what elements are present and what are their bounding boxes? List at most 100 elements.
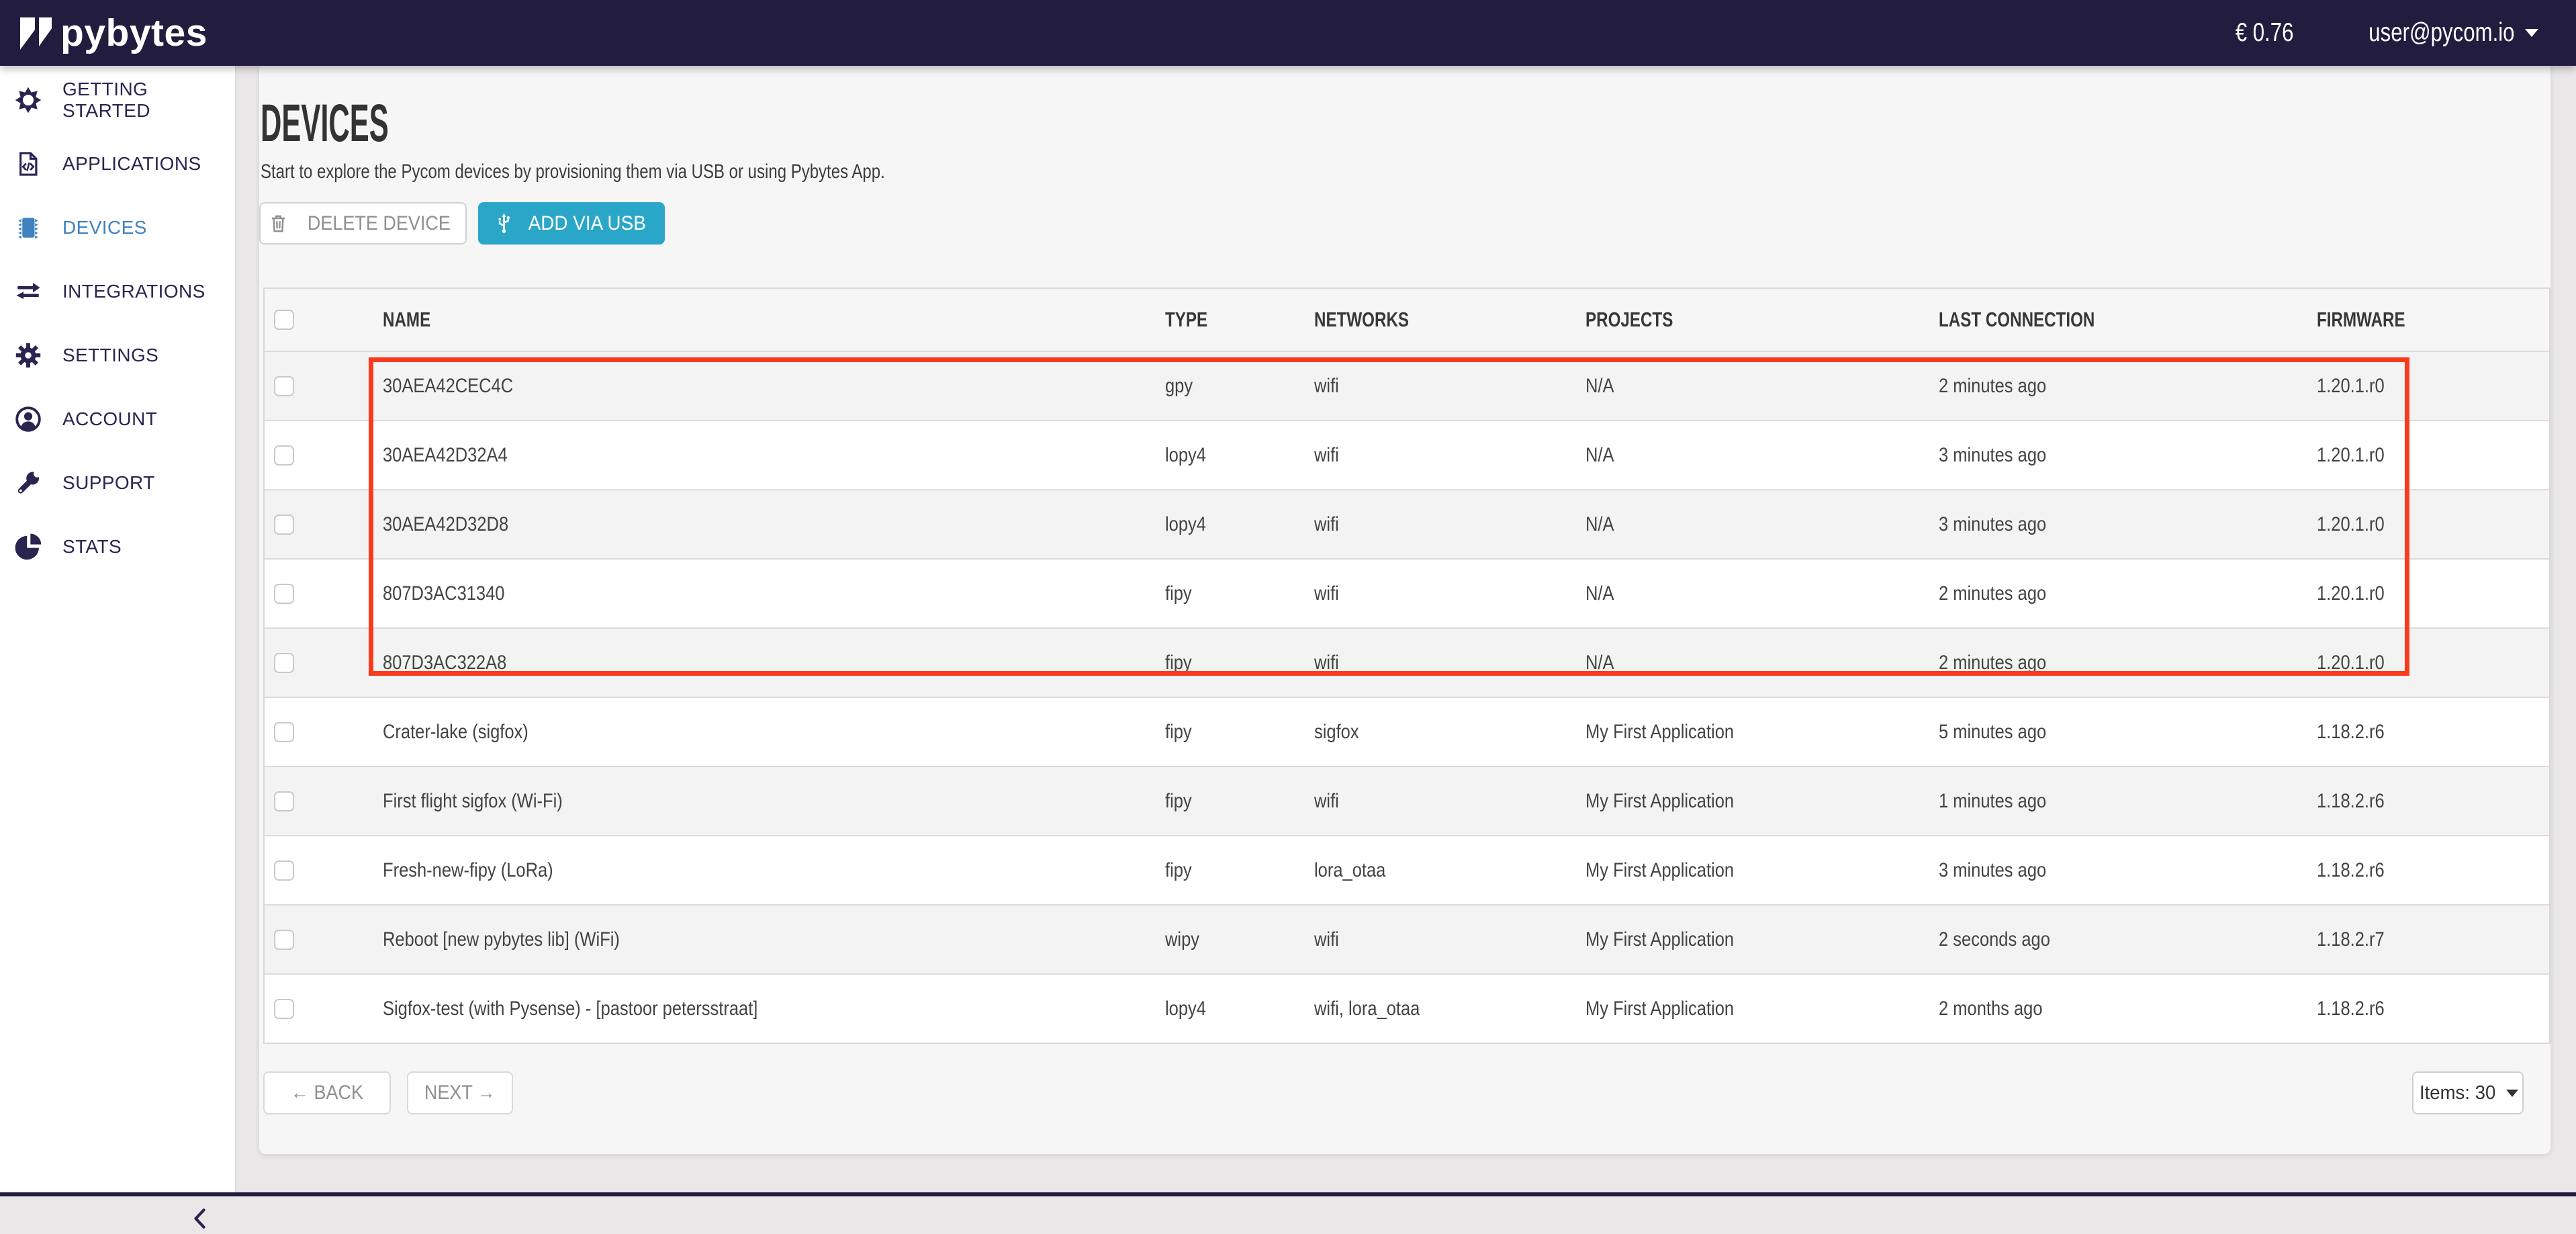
device-name: Fresh-new-fipy (LoRa) [383, 859, 553, 882]
device-networks: sigfox [1314, 721, 1359, 744]
chevron-left-icon [189, 1206, 213, 1231]
sidebar-item-label: STATS [62, 536, 122, 558]
sidebar-item-label: ACCOUNT [62, 408, 157, 430]
device-type: gpy [1165, 375, 1193, 398]
device-type: fipy [1165, 652, 1192, 674]
chevron-down-icon [2525, 29, 2538, 37]
logo-text: pybytes [60, 11, 208, 55]
device-projects: N/A [1585, 444, 1614, 467]
row-checkbox[interactable] [274, 445, 294, 466]
device-row: 30AEA42CEC4CgpywifiN/A2 minutes ago1.20.… [265, 351, 2549, 420]
device-firmware: 1.18.2.r7 [2317, 928, 2385, 951]
device-row: Reboot [new pybytes lib] (WiFi) wipy wifi M… [265, 904, 2549, 973]
sun-icon [13, 85, 43, 115]
column-header-networks: NETWORKS [1314, 308, 1409, 332]
row-checkbox[interactable] [274, 515, 294, 535]
account-balance: € 0.76 [2236, 18, 2294, 48]
user-menu[interactable]: user@pycom.io [2332, 18, 2538, 48]
sidebar-item-label: DEVICES [62, 217, 147, 238]
device-type: fipy [1165, 859, 1192, 882]
device-name: Sigfox-test (with Pysense) - [pastoor pe… [383, 998, 757, 1020]
device-firmware: 1.18.2.r6 [2317, 859, 2385, 882]
sidebar-item-support[interactable]: SUPPORT [0, 451, 235, 515]
device-firmware: 1.18.2.r6 [2317, 790, 2385, 813]
next-button-label: NEXT → [424, 1082, 496, 1104]
device-type: lopy4 [1165, 513, 1206, 536]
sidebar-item-label: INTEGRATIONS [62, 281, 205, 302]
row-checkbox[interactable] [274, 722, 294, 742]
select-all-checkbox[interactable] [274, 310, 294, 330]
sidebar-item-account[interactable]: ACCOUNT [0, 387, 235, 451]
device-networks: wifi [1314, 375, 1339, 398]
next-button[interactable]: NEXT → [407, 1071, 513, 1114]
gear-icon [13, 341, 43, 370]
device-type: lopy4 [1165, 444, 1206, 467]
items-per-page-label: Items: 30 [2420, 1082, 2495, 1104]
user-email: user@pycom.io [2369, 18, 2515, 48]
code-document-icon [13, 149, 43, 179]
back-button[interactable]: ← BACK [263, 1071, 391, 1114]
device-firmware: 1.20.1.r0 [2317, 375, 2385, 398]
row-checkbox[interactable] [274, 791, 294, 811]
device-type: fipy [1165, 582, 1192, 605]
device-projects: N/A [1585, 375, 1614, 398]
row-checkbox[interactable] [274, 861, 294, 881]
device-name: Reboot [new pybytes lib] (WiFi) [383, 928, 620, 951]
wrench-icon [13, 468, 43, 498]
usb-icon [493, 212, 515, 234]
device-projects: N/A [1585, 582, 1614, 605]
device-last-connection: 3 minutes ago [1939, 513, 2046, 536]
devices-table: NAME TYPE NETWORKS PROJECTS LAST CONNECT… [263, 288, 2550, 1044]
swap-arrows-icon [13, 277, 43, 306]
device-name: 807D3AC31340 [383, 582, 504, 605]
device-type: wipy [1165, 928, 1199, 951]
row-checkbox[interactable] [274, 376, 294, 396]
device-row: Fresh-new-fipy (LoRa)fipylora_otaaMy Fir… [265, 835, 2549, 904]
sidebar-item-devices[interactable]: DEVICES [0, 195, 235, 259]
sidebar-item-getting-started[interactable]: GETTING STARTED [0, 68, 235, 132]
device-last-connection: 2 minutes ago [1939, 375, 2046, 398]
column-header-projects: PROJECTS [1585, 308, 1673, 332]
row-checkbox[interactable] [274, 653, 294, 673]
sidebar-item-label: SUPPORT [62, 472, 155, 494]
sidebar-collapse-button[interactable] [189, 1206, 213, 1231]
device-type: fipy [1165, 721, 1192, 744]
device-row: 807D3AC322A8fipywifiN/A2 minutes ago1.20… [265, 627, 2549, 697]
column-header-firmware: FIRMWARE [2317, 308, 2405, 332]
page-title: DEVICES [261, 96, 389, 149]
device-networks: wifi [1314, 513, 1339, 536]
device-networks: wifi [1314, 928, 1339, 951]
sidebar-item-label: SETTINGS [62, 345, 158, 366]
row-checkbox[interactable] [274, 584, 294, 604]
delete-device-button[interactable]: DELETE DEVICE [259, 202, 467, 245]
table-header-row: NAME TYPE NETWORKS PROJECTS LAST CONNECT… [265, 289, 2549, 351]
add-via-usb-button[interactable]: ADD VIA USB [478, 202, 665, 245]
column-header-type: TYPE [1165, 308, 1207, 332]
device-last-connection: 5 minutes ago [1939, 721, 2046, 744]
device-firmware: 1.20.1.r0 [2317, 652, 2385, 674]
back-button-label: ← BACK [291, 1082, 363, 1104]
sidebar-item-settings[interactable]: SETTINGS [0, 323, 235, 387]
device-firmware: 1.20.1.r0 [2317, 444, 2385, 467]
row-checkbox[interactable] [274, 930, 294, 950]
sidebar-item-integrations[interactable]: INTEGRATIONS [0, 259, 235, 323]
device-last-connection: 3 minutes ago [1939, 859, 2046, 882]
sidebar: GETTING STARTED APPLICATIONS DEVICES INTEGR… [0, 66, 236, 1196]
device-projects: My First Application [1585, 928, 1734, 951]
device-networks: wifi [1314, 582, 1339, 605]
device-last-connection: 2 minutes ago [1939, 582, 2046, 605]
chip-icon [13, 213, 43, 243]
user-icon [13, 404, 43, 434]
pie-chart-icon [13, 532, 43, 562]
sidebar-item-applications[interactable]: APPLICATIONS [0, 132, 235, 195]
sidebar-item-stats[interactable]: STATS [0, 515, 235, 578]
device-row: Crater-lake (sigfox)fipysigfoxMy First A… [265, 697, 2549, 766]
row-checkbox[interactable] [274, 999, 294, 1019]
device-projects: My First Application [1585, 859, 1734, 882]
device-firmware: 1.20.1.r0 [2317, 513, 2385, 536]
items-per-page-dropdown[interactable]: Items: 30 [2412, 1071, 2524, 1114]
device-projects: My First Application [1585, 721, 1734, 744]
device-row: 30AEA42D32D8lopy4wifiN/A3 minutes ago1.2… [265, 489, 2549, 558]
sidebar-item-label: APPLICATIONS [62, 153, 201, 175]
pybytes-logo[interactable]: pybytes [20, 11, 208, 55]
